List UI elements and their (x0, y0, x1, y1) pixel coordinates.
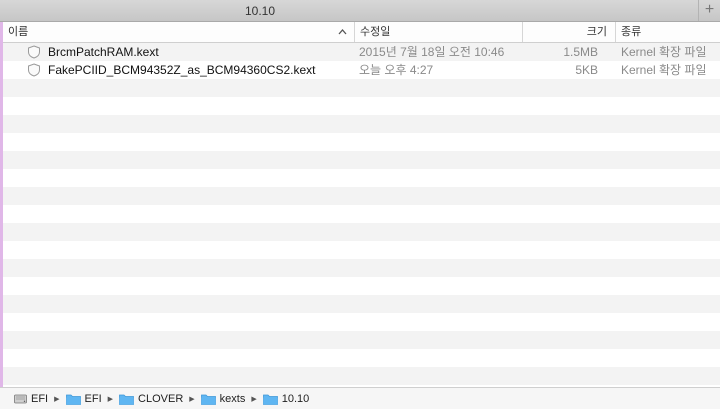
column-name-header[interactable]: 이름 (8, 22, 351, 42)
path-item-label: 10.10 (281, 392, 310, 405)
empty-row (3, 295, 720, 313)
folder-icon (65, 393, 85, 405)
path-item[interactable]: EFI (14, 393, 48, 405)
kext-icon (27, 63, 41, 77)
path-item-label: EFI (84, 392, 102, 405)
file-kind: Kernel 확장 파일 (621, 63, 707, 77)
empty-row (3, 313, 720, 331)
column-size-header[interactable]: 크기 (522, 22, 615, 42)
path-item-label: EFI (31, 392, 49, 405)
empty-row (3, 331, 720, 349)
empty-row (3, 367, 720, 385)
empty-row (3, 115, 720, 133)
file-date: 오늘 오후 4:27 (359, 63, 434, 77)
new-tab-button[interactable]: + (698, 0, 720, 21)
path-separator-icon: ▶ (54, 395, 60, 403)
file-list: BrcmPatchRAM.kext 2015년 7월 18일 오전 10:46 1.… (3, 43, 720, 387)
column-date-header[interactable]: 수정일 (354, 22, 522, 42)
file-name: BrcmPatchRAM.kext (48, 45, 159, 59)
folder-icon (262, 393, 282, 405)
empty-row (3, 205, 720, 223)
drive-icon (14, 393, 31, 405)
empty-row (3, 151, 720, 169)
empty-row (3, 223, 720, 241)
file-row[interactable]: BrcmPatchRAM.kext 2015년 7월 18일 오전 10:46 1.… (3, 43, 720, 61)
file-size: 5KB (575, 63, 598, 77)
tab-title[interactable]: 10.10 (0, 0, 520, 22)
file-kind: Kernel 확장 파일 (621, 45, 707, 59)
path-item-label: kexts (219, 392, 246, 405)
empty-row (3, 349, 720, 367)
file-date: 2015년 7월 18일 오전 10:46 (359, 45, 505, 59)
file-size: 1.5MB (563, 45, 598, 59)
path-separator-icon: ▶ (251, 395, 257, 403)
path-separator-icon: ▶ (189, 395, 195, 403)
empty-row (3, 241, 720, 259)
path-item-label: CLOVER (138, 392, 184, 405)
empty-row (3, 259, 720, 277)
path-separator-icon: ▶ (107, 395, 114, 403)
tab-bar: 10.10 + (0, 0, 720, 22)
column-kind-header[interactable]: 종류 (615, 22, 720, 42)
path-item[interactable]: kexts (200, 392, 246, 405)
path-item[interactable]: CLOVER (119, 393, 183, 405)
path-item[interactable]: 10.10 (262, 392, 310, 405)
empty-row (3, 79, 720, 97)
column-header: 이름 수정일 크기 종류 (3, 22, 720, 43)
path-bar: EFI ▶ EFI ▶ CLOVER ▶ kexts ▶ 10.10 (0, 387, 720, 409)
folder-icon (200, 393, 220, 405)
empty-row (3, 97, 720, 115)
kext-icon (27, 45, 41, 59)
column-name-label: 이름 (8, 26, 29, 38)
folder-icon (119, 393, 138, 405)
empty-row (3, 169, 720, 187)
empty-row (3, 187, 720, 205)
file-name: FakePCIID_BCM94352Z_as_BCM94360CS2.kext (48, 63, 316, 77)
file-row[interactable]: FakePCIID_BCM94352Z_as_BCM94360CS2.kext 오… (3, 61, 720, 79)
empty-row (3, 277, 720, 295)
path-item[interactable]: EFI (65, 392, 102, 405)
empty-row (3, 133, 720, 151)
